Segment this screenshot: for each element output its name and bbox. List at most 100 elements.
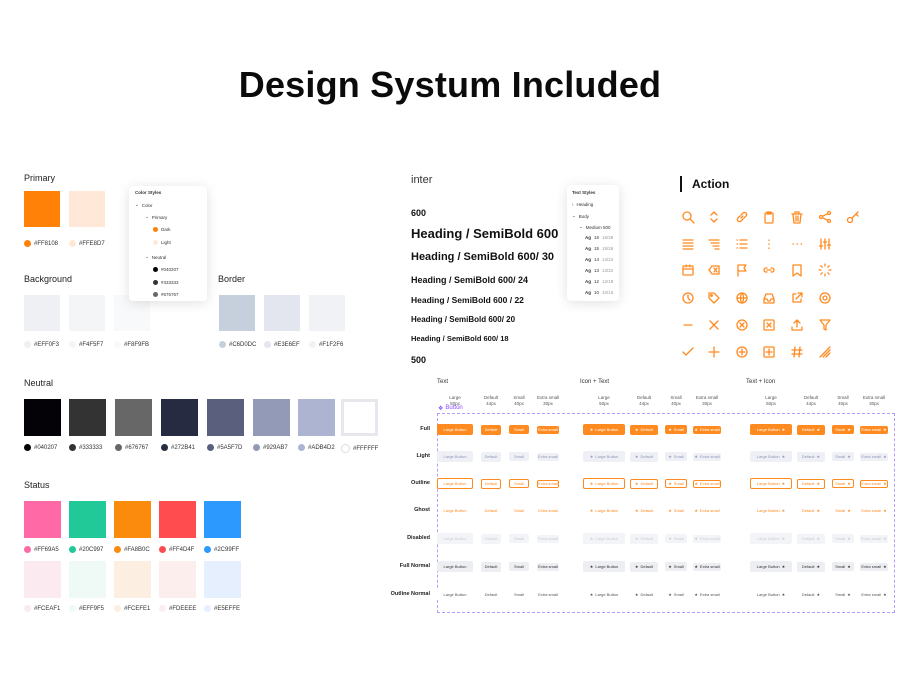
tag-icon[interactable] (707, 291, 725, 309)
button-disabled-2[interactable]: Small (509, 534, 529, 543)
color-swatch[interactable] (219, 295, 255, 331)
button-ghost-1[interactable]: Default ★ (797, 506, 825, 516)
tree-medium[interactable]: ⌄ Medium 500 (579, 224, 611, 230)
text-style-row[interactable]: Ag 16 16/28 (585, 235, 613, 240)
color-swatch[interactable] (24, 399, 61, 436)
calendar-icon[interactable] (681, 263, 699, 281)
plus-icon[interactable] (707, 345, 725, 363)
button-fullnormal-0[interactable]: ★ Large Button (583, 561, 625, 572)
button-outlinenormal-1[interactable]: ★ Default (630, 589, 658, 600)
button-light-2[interactable]: Small (509, 452, 529, 461)
button-disabled-1[interactable]: ★ Default (630, 533, 658, 544)
button-fullnormal-3[interactable]: Extra small ★ (860, 562, 888, 571)
color-swatch[interactable] (253, 399, 290, 436)
button-outlinenormal-0[interactable]: ★ Large Button (583, 589, 625, 600)
flag-icon[interactable] (735, 263, 753, 281)
button-outline-2[interactable]: ★ Small (665, 479, 687, 488)
button-outline-3[interactable]: Extra small ★ (860, 479, 888, 488)
button-outlinenormal-3[interactable]: Extra small ★ (860, 590, 888, 599)
settings-icon[interactable] (818, 291, 836, 309)
button-disabled-0[interactable]: Large Button (437, 533, 473, 544)
align-right-icon[interactable] (707, 237, 725, 255)
button-light-3[interactable]: ★ Extra small (693, 452, 721, 461)
color-swatch[interactable] (115, 399, 152, 436)
button-full-2[interactable]: ★ Small (665, 425, 687, 434)
button-disabled-3[interactable]: Extra small (537, 534, 559, 543)
button-fullnormal-1[interactable]: ★ Default (630, 561, 658, 572)
button-light-0[interactable]: Large Button (437, 451, 473, 462)
button-outlinenormal-1[interactable]: Default (481, 589, 501, 600)
button-light-0[interactable]: ★ Large Button (583, 451, 625, 462)
button-ghost-0[interactable]: ★ Large Button (583, 505, 625, 516)
button-fullnormal-2[interactable]: ★ Small (665, 562, 687, 571)
button-fullnormal-2[interactable]: Small (509, 562, 529, 571)
button-light-1[interactable]: Default (481, 451, 501, 462)
tree-color[interactable]: ⌄ Color (135, 202, 153, 208)
button-outline-1[interactable]: Default ★ (797, 478, 825, 489)
link-icon[interactable] (735, 210, 753, 228)
plus-square-icon[interactable] (762, 345, 780, 363)
button-light-2[interactable]: ★ Small (665, 452, 687, 461)
tree-dark[interactable]: Dark (153, 227, 171, 232)
text-style-row[interactable]: Ag 12 12/18 (585, 279, 613, 284)
tree-neutral-1[interactable]: #040207 (153, 267, 179, 272)
bookmark-icon[interactable] (790, 263, 808, 281)
search-icon[interactable] (681, 210, 699, 228)
button-full-1[interactable]: Default ★ (797, 424, 825, 435)
button-outlinenormal-2[interactable]: Small ★ (832, 590, 854, 599)
button-full-3[interactable]: Extra small (537, 425, 559, 434)
color-swatch[interactable] (114, 561, 151, 598)
button-outline-3[interactable]: ★ Extra small (693, 479, 721, 488)
button-light-1[interactable]: ★ Default (630, 451, 658, 462)
tree-primary[interactable]: ⌄ Primary (145, 214, 167, 220)
button-outline-1[interactable]: Default (481, 478, 501, 489)
button-outline-0[interactable]: Large Button ★ (750, 478, 792, 489)
chevron-up-down-icon[interactable] (707, 210, 725, 228)
button-light-0[interactable]: Large Button ★ (750, 451, 792, 462)
color-swatch[interactable] (24, 191, 60, 227)
text-style-row[interactable]: Ag 14 14/24 (585, 257, 613, 262)
button-disabled-1[interactable]: Default ★ (797, 533, 825, 544)
button-ghost-0[interactable]: Large Button ★ (750, 505, 792, 516)
slash-icon[interactable] (818, 345, 836, 363)
button-fullnormal-2[interactable]: Small ★ (832, 562, 854, 571)
color-swatch[interactable] (264, 295, 300, 331)
tree-neutral[interactable]: ⌄ Neutral (145, 254, 166, 260)
tree-light[interactable]: Light (153, 240, 171, 245)
clipboard-icon[interactable] (762, 210, 780, 228)
button-outlinenormal-3[interactable]: ★ Extra small (693, 590, 721, 599)
button-disabled-2[interactable]: Small ★ (832, 534, 854, 543)
button-full-3[interactable]: Extra small ★ (860, 425, 888, 434)
button-outline-0[interactable]: Large Button (437, 478, 473, 489)
color-swatch[interactable] (204, 561, 241, 598)
key-icon[interactable] (846, 210, 864, 228)
button-outline-1[interactable]: ★ Default (630, 478, 658, 489)
button-disabled-1[interactable]: Default (481, 533, 501, 544)
button-ghost-2[interactable]: ★ Small (665, 506, 687, 515)
button-outlinenormal-2[interactable]: Small (509, 590, 529, 599)
upload-icon[interactable] (790, 318, 808, 336)
button-disabled-3[interactable]: ★ Extra small (693, 534, 721, 543)
button-disabled-0[interactable]: ★ Large Button (583, 533, 625, 544)
button-disabled-3[interactable]: Extra small ★ (860, 534, 888, 543)
tree-neutral-3[interactable]: #676767 (153, 292, 179, 297)
button-disabled-2[interactable]: ★ Small (665, 534, 687, 543)
button-ghost-3[interactable]: Extra small (537, 507, 559, 515)
color-swatch[interactable] (69, 191, 105, 227)
button-full-1[interactable]: Default (481, 424, 501, 435)
globe-icon[interactable] (735, 291, 753, 309)
color-swatch[interactable] (24, 295, 60, 331)
button-ghost-2[interactable]: Small (509, 506, 529, 515)
color-swatch[interactable] (69, 295, 105, 331)
button-outline-0[interactable]: ★ Large Button (583, 478, 625, 489)
button-fullnormal-1[interactable]: Default ★ (797, 561, 825, 572)
more-horizontal-icon[interactable] (790, 237, 808, 255)
button-full-2[interactable]: Small (509, 425, 529, 434)
close-circle-icon[interactable] (735, 318, 753, 336)
share-icon[interactable] (818, 210, 836, 228)
tree-neutral-2[interactable]: #333333 (153, 280, 179, 285)
color-swatch[interactable] (69, 561, 106, 598)
color-swatch[interactable] (207, 399, 244, 436)
clock-icon[interactable] (681, 291, 699, 309)
hash-icon[interactable] (790, 345, 808, 363)
